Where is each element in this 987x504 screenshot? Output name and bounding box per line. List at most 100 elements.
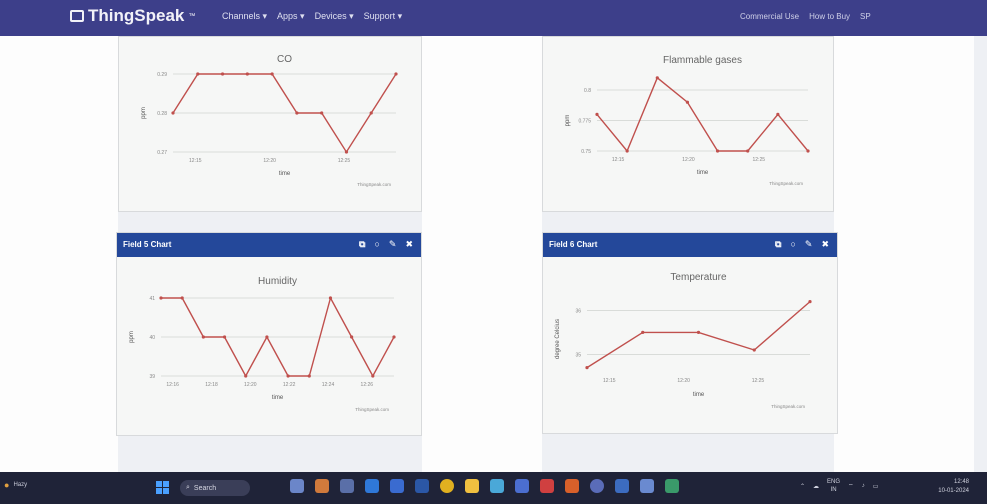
taskbar-search[interactable]: ⌕ Search [180, 480, 250, 496]
app-icon[interactable] [615, 479, 629, 493]
app-icon[interactable] [540, 479, 554, 493]
external-link-icon[interactable]: ⧉ [359, 239, 365, 250]
close-icon[interactable]: ✖ [405, 239, 413, 250]
data-point [350, 335, 354, 339]
data-point [295, 111, 299, 115]
chart-credit: ThingSpeak.com [769, 181, 803, 186]
data-point [641, 330, 645, 334]
data-point [776, 112, 780, 116]
data-point [286, 374, 290, 378]
nav-devices[interactable]: Devices ▾ [315, 11, 354, 22]
data-point [715, 149, 720, 153]
pencil-icon[interactable]: ✎ [805, 239, 813, 250]
chart-title: CO [277, 54, 292, 65]
data-point [685, 100, 690, 104]
app-icon[interactable] [665, 479, 679, 493]
data-point [320, 111, 324, 115]
comment-icon[interactable]: ○ [374, 239, 379, 250]
app-icon[interactable] [490, 479, 504, 493]
chart-credit: ThingSpeak.com [357, 182, 391, 187]
chevron-up-icon[interactable]: ⌃ [800, 483, 805, 490]
x-tick-label: 12:24 [322, 382, 335, 388]
app-icon[interactable] [515, 479, 529, 493]
thingspeak-logo[interactable]: ThingSpeak ™ [70, 6, 195, 26]
x-tick-label: 12:15 [612, 157, 625, 163]
y-tick-label: 40 [149, 335, 155, 341]
nav-commercial-use[interactable]: Commercial Use [740, 12, 799, 21]
flammable-gases-chart: Flammable gases 0.75 0.775 0.8 12:15 12:20 12:… [565, 55, 810, 186]
chart-credit: ThingSpeak.com [771, 404, 805, 409]
app-icon[interactable] [390, 479, 404, 493]
clock-date: 10-01-2024 [938, 488, 969, 494]
app-icon[interactable] [640, 479, 654, 493]
app-icon[interactable] [290, 479, 304, 493]
wifi-icon[interactable]: ⌔ [848, 482, 854, 490]
data-point [371, 374, 375, 378]
center-gutter [422, 36, 542, 472]
x-axis-label: time [279, 171, 291, 177]
y-tick-label: 41 [149, 296, 155, 302]
close-icon[interactable]: ✖ [821, 239, 829, 250]
volume-icon[interactable]: ♪ [862, 483, 865, 489]
nav-how-to-buy[interactable]: How to Buy [809, 12, 850, 21]
start-button[interactable] [156, 481, 169, 494]
data-point [307, 374, 311, 378]
cloud-icon[interactable]: ☁ [813, 483, 819, 490]
weather-icon: ● [4, 480, 10, 490]
x-axis-label: time [272, 395, 284, 401]
nav-support[interactable]: Support ▾ [364, 11, 403, 22]
y-tick-label: 36 [575, 308, 581, 314]
x-tick-label: 12:16 [166, 382, 179, 388]
x-tick-label: 12:25 [753, 157, 766, 163]
windows-taskbar: ● Hazy ⌕ Search ⌃ ☁ ENG IN ⌔ ♪ ▭ 12:48 1… [0, 472, 987, 504]
data-point [265, 335, 269, 339]
x-tick-label: 12:18 [205, 382, 218, 388]
app-icon[interactable] [315, 479, 329, 493]
data-point [625, 149, 629, 153]
search-label: Search [193, 484, 217, 492]
battery-icon[interactable]: ▭ [873, 483, 879, 490]
nav-channels[interactable]: Channels ▾ [222, 11, 267, 22]
language-indicator[interactable]: ENG IN [827, 478, 840, 494]
nav-apps[interactable]: Apps ▾ [277, 11, 305, 22]
x-tick-label: 12:20 [677, 378, 690, 384]
external-link-icon[interactable]: ⧉ [775, 239, 781, 250]
chat-bubble-icon [70, 10, 84, 22]
comment-icon[interactable]: ○ [790, 239, 795, 250]
app-icon[interactable] [590, 479, 604, 493]
y-tick-label: 0.75 [581, 149, 591, 155]
weather-widget[interactable]: ● Hazy [4, 480, 27, 490]
app-icon[interactable] [415, 479, 429, 493]
field5-title: Field 5 Chart [123, 240, 172, 249]
y-tick-label: 35 [575, 352, 581, 358]
data-point [585, 366, 589, 370]
clock[interactable]: 12:48 10-01-2024 [938, 478, 969, 496]
chart-title: Temperature [670, 272, 727, 283]
lang-code: ENG [827, 479, 841, 485]
field5-header: Field 5 Chart ⧉ ○ ✎ ✖ [117, 233, 421, 257]
humidity-chart: Humidity 39 40 41 12:16 12:18 12:20 12:22 12:24 1… [129, 276, 396, 412]
y-tick-label: 0.29 [157, 72, 167, 78]
app-icon[interactable] [465, 479, 479, 493]
y-tick-label: 0.28 [157, 111, 167, 117]
y-tick-label: 0.27 [157, 150, 167, 156]
chrome-icon[interactable] [440, 479, 454, 493]
data-point [746, 149, 750, 153]
app-icon[interactable] [565, 479, 579, 493]
app-icon[interactable] [340, 479, 354, 493]
field6-actions: ⧉ ○ ✎ ✖ [775, 239, 829, 250]
x-tick-label: 12:20 [682, 157, 695, 163]
data-point [806, 149, 810, 153]
pencil-icon[interactable]: ✎ [389, 239, 397, 250]
data-point [171, 111, 175, 115]
y-axis-label: ppm [129, 331, 135, 343]
field6-header: Field 6 Chart ⧉ ○ ✎ ✖ [543, 233, 837, 257]
data-point [159, 296, 163, 300]
weather-text: Hazy [13, 482, 28, 488]
data-point [808, 300, 812, 304]
right-margin [834, 36, 974, 472]
nav-account[interactable]: SP [860, 12, 871, 21]
app-icon[interactable] [365, 479, 379, 493]
data-point [270, 72, 274, 76]
data-point [752, 348, 756, 352]
